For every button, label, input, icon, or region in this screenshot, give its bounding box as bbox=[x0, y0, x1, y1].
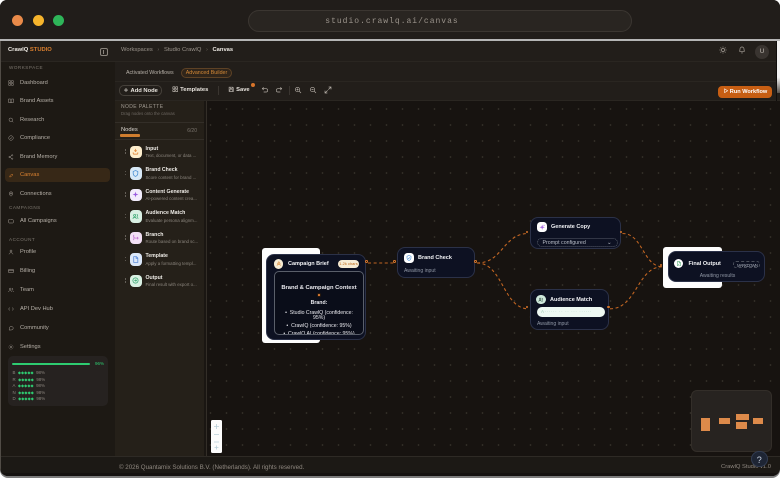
svg-text:MARKDOWN: MARKDOWN bbox=[737, 263, 758, 268]
